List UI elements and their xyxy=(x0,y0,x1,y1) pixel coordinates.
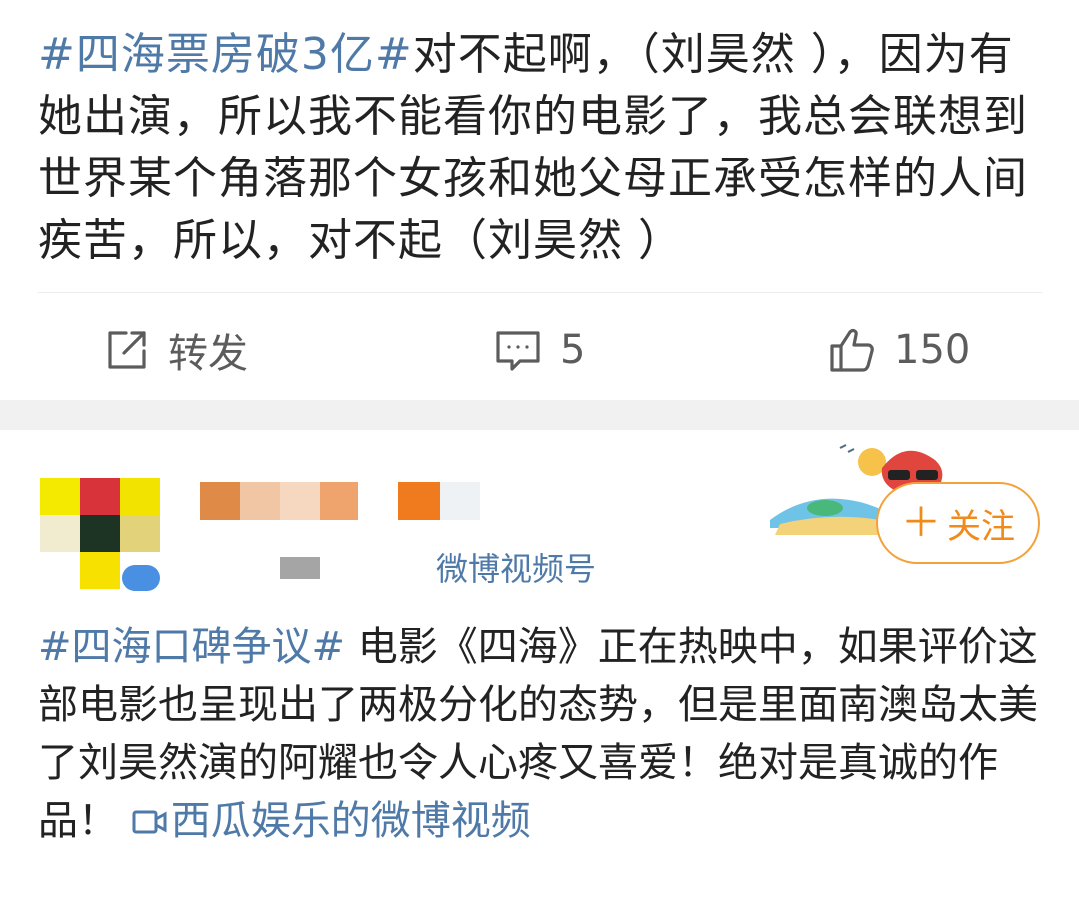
repost-button[interactable]: 转发 xyxy=(104,320,248,380)
video-link[interactable]: 西瓜娱乐的微博视频 xyxy=(131,798,531,844)
comment-icon xyxy=(494,327,542,373)
time-blurred xyxy=(280,557,320,579)
post-meta xyxy=(280,548,350,588)
hashtag-link[interactable]: #四海口碑争议# xyxy=(38,624,345,670)
post-2-text: #四海口碑争议# 电影《四海》正在热映中，如果评价这部电影也呈现出了两极分化的态… xyxy=(38,618,1038,850)
member-badge-blurred-2 xyxy=(440,482,480,520)
post-1-text: #四海票房破3亿#对不起啊，（刘昊然 ），因为有她出演，所以我不能看你的电影了，… xyxy=(38,24,1048,272)
repost-label: 转发 xyxy=(168,331,248,377)
thumbs-up-icon xyxy=(828,326,876,374)
member-badge-blurred xyxy=(398,482,440,520)
comment-button[interactable]: 5 xyxy=(494,320,585,380)
repost-icon xyxy=(104,327,150,373)
source-link[interactable]: 微博视频号 xyxy=(436,548,596,590)
plus-icon: ＋ xyxy=(901,500,941,546)
like-count: 150 xyxy=(894,327,971,373)
feed-separator xyxy=(0,400,1079,430)
weibo-post-1: #四海票房破3亿#对不起啊，（刘昊然 ），因为有她出演，所以我不能看你的电影了，… xyxy=(0,0,1079,400)
like-button[interactable]: 150 xyxy=(828,320,970,380)
follow-label: 关注 xyxy=(947,506,1015,547)
video-camera-icon xyxy=(132,810,167,834)
video-link-label: 西瓜娱乐的微博视频 xyxy=(170,798,531,844)
hashtag-link[interactable]: #四海票房破3亿# xyxy=(38,29,413,80)
weibo-post-2: 微博视频号 ＋ 关注 #四海口碑争议# 电影《四海》正在热映中，如果评价这部电影… xyxy=(0,430,1079,920)
verified-badge xyxy=(122,565,160,591)
comment-count: 5 xyxy=(560,327,586,373)
divider xyxy=(38,292,1042,293)
username-blurred[interactable] xyxy=(200,482,358,520)
post-1-action-bar: 转发 5 150 xyxy=(0,300,1079,400)
follow-button[interactable]: ＋ 关注 xyxy=(876,482,1040,564)
